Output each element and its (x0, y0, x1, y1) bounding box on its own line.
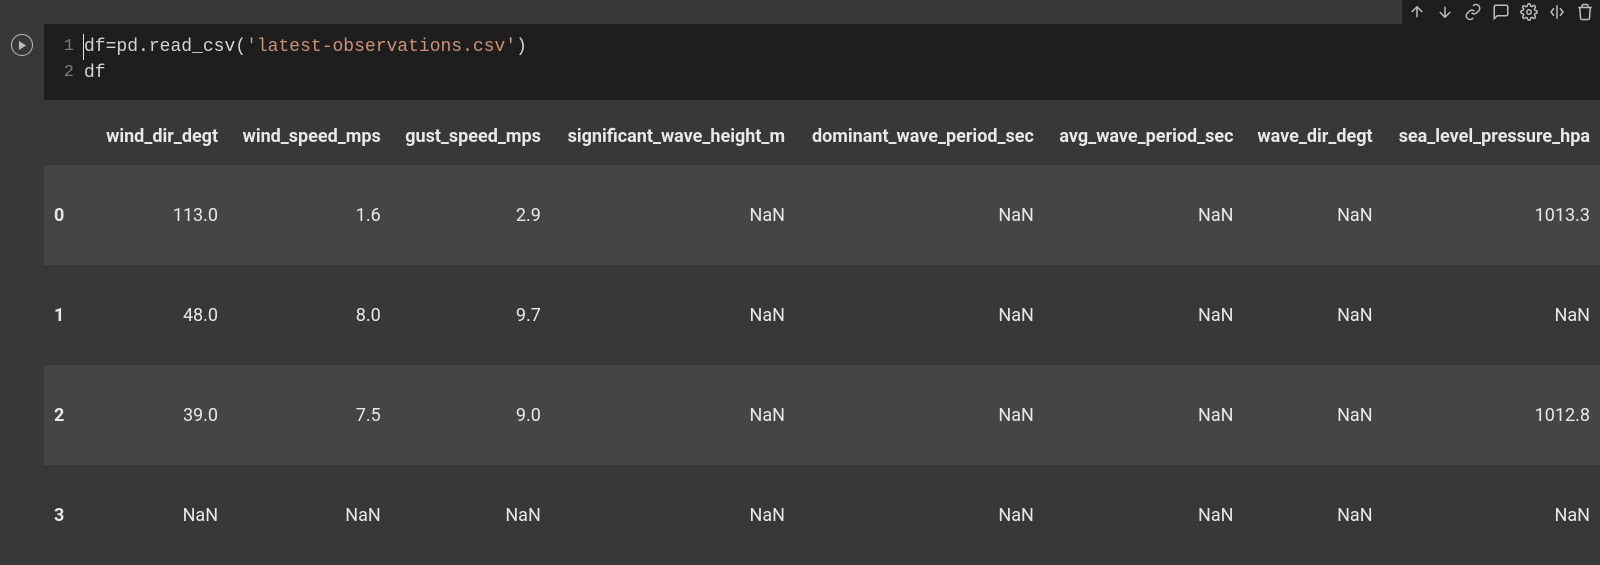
table-row: 3 NaN NaN NaN NaN NaN NaN NaN NaN (44, 465, 1600, 565)
cell-value: 7.5 (228, 365, 391, 465)
cell-value: NaN (1044, 165, 1244, 265)
column-header: wind_speed_mps (228, 120, 391, 165)
column-header: dominant_wave_period_sec (795, 120, 1044, 165)
code-token-var: df (84, 60, 106, 86)
arrow-up-icon[interactable] (1408, 3, 1426, 21)
row-index: 2 (44, 365, 92, 465)
cell-value: NaN (1383, 265, 1600, 365)
cell-value: NaN (391, 465, 551, 565)
cell-value: NaN (551, 465, 795, 565)
column-header: significant_wave_height_m (551, 120, 795, 165)
cell-value: 9.7 (391, 265, 551, 365)
code-token-module: pd (116, 34, 138, 60)
table-row: 1 48.0 8.0 9.7 NaN NaN NaN NaN NaN (44, 265, 1600, 365)
cell-value: NaN (1244, 365, 1383, 465)
code-token-var: df (84, 34, 106, 60)
column-header: wind_dir_degt (92, 120, 228, 165)
cell-value: 39.0 (92, 365, 228, 465)
row-index: 1 (44, 265, 92, 365)
gear-icon[interactable] (1520, 3, 1538, 21)
code-token-lparen: ( (235, 34, 246, 60)
cell-value: NaN (228, 465, 391, 565)
column-header: wave_dir_degt (1244, 120, 1383, 165)
code-editor[interactable]: 1 df = pd.read_csv('latest-observations.… (44, 24, 1600, 100)
cell-value: NaN (795, 165, 1044, 265)
cell-value: NaN (551, 265, 795, 365)
cell-value: NaN (551, 365, 795, 465)
cell-value: NaN (1244, 465, 1383, 565)
code-token-rparen: ) (516, 34, 527, 60)
cell-output: wind_dir_degt wind_speed_mps gust_speed_… (0, 100, 1600, 565)
cell-value: NaN (1244, 165, 1383, 265)
line-number: 2 (56, 60, 74, 86)
cell-value: NaN (795, 465, 1044, 565)
cell-value: NaN (1044, 265, 1244, 365)
row-index: 0 (44, 165, 92, 265)
run-button-column (0, 0, 44, 56)
code-line-1: 1 df = pd.read_csv('latest-observations.… (56, 34, 1588, 60)
cell-value: 1012.8 (1383, 365, 1600, 465)
column-header: gust_speed_mps (391, 120, 551, 165)
cell-value: 48.0 (92, 265, 228, 365)
table-row: 2 39.0 7.5 9.0 NaN NaN NaN NaN 1012.8 (44, 365, 1600, 465)
cell-value: NaN (92, 465, 228, 565)
code-token-function: read_csv (149, 34, 235, 60)
cell-value: NaN (1044, 365, 1244, 465)
dataframe-table: wind_dir_degt wind_speed_mps gust_speed_… (44, 120, 1600, 565)
dataframe-index-header (44, 120, 92, 165)
column-header: sea_level_pressure_hpa (1383, 120, 1600, 165)
code-line-2: 2 df (56, 60, 1588, 86)
cell-value: 9.0 (391, 365, 551, 465)
cell-value: NaN (795, 365, 1044, 465)
comment-icon[interactable] (1492, 3, 1510, 21)
column-header: avg_wave_period_sec (1044, 120, 1244, 165)
cell-value: 113.0 (92, 165, 228, 265)
arrow-down-icon[interactable] (1436, 3, 1454, 21)
row-index: 3 (44, 465, 92, 565)
code-token-op: = (106, 34, 117, 60)
cell-value: NaN (1383, 465, 1600, 565)
cell-value: 8.0 (228, 265, 391, 365)
dataframe-header-row: wind_dir_degt wind_speed_mps gust_speed_… (44, 120, 1600, 165)
cell-value: 2.9 (391, 165, 551, 265)
table-row: 0 113.0 1.6 2.9 NaN NaN NaN NaN 1013.3 (44, 165, 1600, 265)
trash-icon[interactable] (1576, 3, 1594, 21)
run-button[interactable] (11, 34, 33, 56)
cell-value: 1013.3 (1383, 165, 1600, 265)
link-icon[interactable] (1464, 3, 1482, 21)
line-number: 1 (56, 34, 74, 60)
cell-value: NaN (1044, 465, 1244, 565)
mirror-icon[interactable] (1548, 3, 1566, 21)
cell-toolbar (1402, 0, 1600, 24)
cell-value: 1.6 (228, 165, 391, 265)
code-token-dot: . (138, 34, 149, 60)
code-token-string: 'latest-observations.csv' (246, 34, 516, 60)
cell-value: NaN (551, 165, 795, 265)
code-cell: 1 df = pd.read_csv('latest-observations.… (0, 0, 1600, 100)
cell-value: NaN (795, 265, 1044, 365)
cell-value: NaN (1244, 265, 1383, 365)
